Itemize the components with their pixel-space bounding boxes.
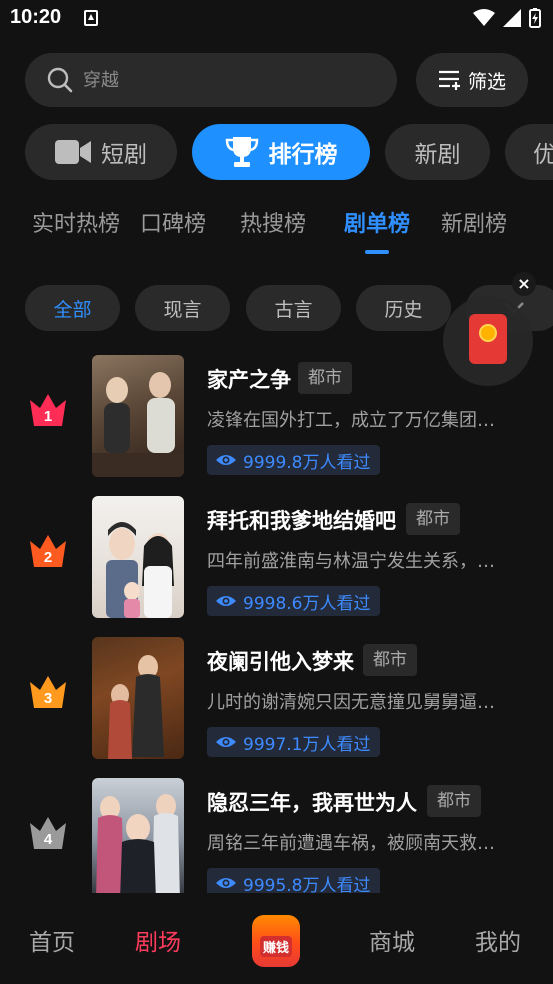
drama-description: 儿时的谢清婉只因无意撞见舅舅逼…	[207, 692, 495, 713]
rank-number: 3	[43, 690, 53, 707]
genre-tag: 都市	[427, 785, 481, 817]
drama-title: 家产之争	[207, 368, 291, 392]
genre-modern-romance[interactable]: 现言	[135, 285, 230, 331]
nav-earn-button[interactable]: 赚钱	[252, 915, 300, 967]
drama-description: 四年前盛淮南与林温宁发生关系，…	[207, 551, 495, 572]
eye-icon	[216, 878, 236, 888]
ranking-list: 1 家产之争 都市 凌锋在国外打工，成立了万亿集团… 9999.8万人看过 2	[0, 350, 553, 893]
status-icons	[473, 8, 541, 28]
nav-mall[interactable]: 商城	[369, 923, 415, 957]
earn-label: 赚钱	[259, 936, 292, 957]
rank-number: 4	[43, 831, 53, 848]
category-premium[interactable]: 优	[505, 124, 553, 180]
category-label: 短剧	[101, 142, 147, 168]
category-label: 新剧	[414, 142, 461, 168]
list-item[interactable]: 4 隐忍三年，我再世为人 都市 周铭三年前遭遇车祸，被顾南天救… 9995.8万…	[0, 773, 553, 893]
drama-title: 夜阑引他入梦来	[207, 650, 354, 674]
filter-label: 筛选	[467, 70, 506, 93]
search-icon	[47, 67, 73, 93]
nav-mine[interactable]: 我的	[475, 923, 521, 957]
views-badge: 9999.8万人看过	[207, 445, 381, 475]
drama-poster[interactable]	[92, 496, 184, 618]
status-bar: 10:20	[0, 0, 553, 38]
rank-crown-icon: 2	[28, 533, 68, 573]
views-badge: 9997.1万人看过	[207, 727, 381, 757]
views-count: 9998.6万人看过	[243, 593, 371, 614]
genre-history[interactable]: 历史	[356, 285, 451, 331]
list-item[interactable]: 2 拜托和我爹地结婚吧 都市 四年前盛淮南与林温宁发生关系，… 9998.6万人…	[0, 491, 553, 621]
category-short-drama[interactable]: 短剧	[25, 124, 177, 180]
eye-icon	[216, 737, 236, 747]
views-count: 9999.8万人看过	[243, 452, 371, 473]
drama-description: 周铭三年前遭遇车祸，被顾南天救…	[207, 833, 495, 854]
category-tabs: 短剧 排行榜 新剧 优	[0, 124, 553, 180]
status-time: 10:20	[10, 6, 62, 28]
battery-icon	[529, 8, 541, 28]
views-badge: 9998.6万人看过	[207, 586, 381, 616]
nav-home[interactable]: 首页	[29, 923, 75, 957]
ranking-tabs: 实时热榜 口碑榜 热搜榜 剧单榜 新剧榜	[0, 206, 553, 256]
category-new-drama[interactable]: 新剧	[385, 124, 490, 180]
genre-all[interactable]: 全部	[25, 285, 120, 331]
category-ranking[interactable]: 排行榜	[192, 124, 370, 180]
rank-crown-icon: 1	[28, 392, 68, 432]
genre-tag: 都市	[406, 503, 460, 535]
drama-poster[interactable]	[92, 778, 184, 893]
active-tab-indicator	[365, 250, 389, 254]
tab-reputation[interactable]: 口碑榜	[140, 206, 206, 238]
app-notification-icon	[84, 10, 98, 26]
tab-hot-search[interactable]: 热搜榜	[240, 206, 306, 238]
drama-title: 隐忍三年，我再世为人	[207, 791, 417, 815]
trophy-icon	[225, 137, 258, 167]
cellular-signal-icon	[503, 9, 521, 27]
tab-drama-list[interactable]: 剧单榜	[344, 206, 410, 238]
rank-number: 2	[43, 549, 53, 566]
bottom-nav: 首页 剧场 赚钱 商城 我的	[0, 893, 553, 984]
rank-number: 1	[43, 408, 53, 425]
genre-tag: 都市	[363, 644, 417, 676]
list-item[interactable]: 1 家产之争 都市 凌锋在国外打工，成立了万亿集团… 9999.8万人看过	[0, 350, 553, 480]
drama-poster[interactable]	[92, 637, 184, 759]
coin-icon	[479, 324, 497, 342]
list-item[interactable]: 3 夜阑引他入梦来 都市 儿时的谢清婉只因无意撞见舅舅逼… 9997.1万人看过	[0, 632, 553, 762]
drama-description: 凌锋在国外打工，成立了万亿集团…	[207, 410, 495, 431]
wifi-icon	[473, 9, 495, 26]
category-label: 优	[533, 142, 553, 168]
drama-poster[interactable]	[92, 355, 184, 477]
close-icon[interactable]: ×	[512, 272, 536, 296]
nav-theater[interactable]: 剧场	[135, 923, 181, 957]
views-badge: 9995.8万人看过	[207, 868, 381, 894]
genre-ancient-romance[interactable]: 古言	[246, 285, 341, 331]
filter-button[interactable]: 筛选	[416, 53, 528, 107]
drama-title: 拜托和我爹地结婚吧	[207, 509, 396, 533]
tab-new-drama[interactable]: 新剧榜	[441, 206, 507, 238]
filter-icon	[438, 70, 460, 90]
search-input[interactable]	[83, 53, 383, 107]
eye-icon	[216, 596, 236, 606]
rank-crown-icon: 4	[28, 815, 68, 855]
category-label: 排行榜	[268, 142, 338, 168]
eye-icon	[216, 455, 236, 465]
views-count: 9997.1万人看过	[243, 734, 371, 755]
rank-crown-icon: 3	[28, 674, 68, 714]
genre-tag: 都市	[298, 362, 352, 394]
video-camera-icon	[55, 140, 91, 164]
tab-realtime-hot[interactable]: 实时热榜	[32, 206, 120, 238]
views-count: 9995.8万人看过	[243, 875, 371, 894]
search-bar[interactable]	[25, 53, 397, 107]
